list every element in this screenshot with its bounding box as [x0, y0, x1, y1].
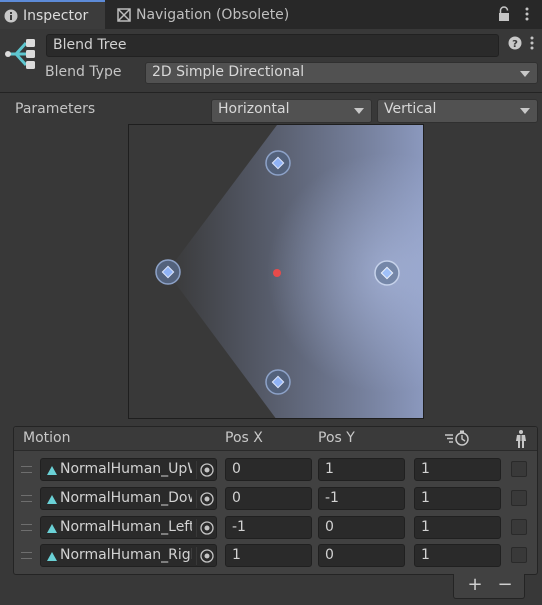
mirror-toggle[interactable]	[511, 547, 527, 563]
motion-row: NormalHuman_UpW 0 1 1	[14, 458, 537, 482]
motion-clip-field[interactable]: NormalHuman_DownW	[40, 487, 217, 510]
motion-clip-field[interactable]: NormalHuman_RightW	[40, 544, 217, 567]
pos-x-field[interactable]: 1	[225, 544, 312, 567]
motion-clip-name: NormalHuman_LeftW	[60, 519, 192, 535]
motion-clip-name: NormalHuman_UpW	[60, 461, 192, 477]
vertical-parameter-dropdown[interactable]: Vertical	[377, 99, 538, 123]
chevron-down-icon	[520, 108, 530, 114]
motion-clip-field[interactable]: NormalHuman_UpW	[40, 458, 217, 481]
pos-y-field[interactable]: 0	[318, 544, 405, 567]
help-icon[interactable]: ?	[508, 36, 522, 50]
list-footer: + −	[453, 574, 525, 599]
mirror-toggle[interactable]	[511, 519, 527, 535]
component-menu-icon[interactable]	[527, 35, 537, 51]
motion-point-up[interactable]	[265, 150, 291, 176]
parameters-label: Parameters	[15, 101, 96, 117]
info-icon	[4, 9, 18, 23]
pos-x-field[interactable]: 0	[225, 487, 312, 510]
motion-clip-name: NormalHuman_DownW	[60, 490, 192, 506]
motion-point-left[interactable]	[155, 259, 181, 285]
blend-type-label: Blend Type	[45, 64, 122, 80]
tab-menu-icon[interactable]	[520, 5, 534, 23]
current-parameter-marker	[273, 269, 281, 277]
pos-y-field[interactable]: 0	[318, 516, 405, 539]
speed-field[interactable]: 1	[414, 516, 501, 539]
mirror-toggle[interactable]	[511, 461, 527, 477]
add-motion-button[interactable]: +	[462, 574, 488, 598]
tab-bar: Inspector Navigation (Obsolete)	[0, 0, 542, 29]
motion-clip-field[interactable]: NormalHuman_LeftW	[40, 516, 217, 539]
horizontal-parameter-value: Horizontal	[218, 101, 290, 117]
tab-inspector[interactable]: Inspector	[0, 0, 105, 29]
pos-y-field[interactable]: -1	[318, 487, 405, 510]
divider	[0, 92, 542, 93]
pos-x-column-header: Pos X	[225, 430, 263, 446]
drag-handle-icon[interactable]	[21, 552, 32, 559]
object-picker-icon[interactable]	[196, 461, 215, 479]
chevron-down-icon	[520, 71, 530, 77]
motion-column-header: Motion	[23, 430, 71, 446]
motion-list-header: Motion Pos X Pos Y	[14, 427, 537, 451]
motion-row: NormalHuman_LeftW -1 0 1	[14, 516, 537, 540]
pos-x-field[interactable]: -1	[225, 516, 312, 539]
lock-icon[interactable]	[497, 6, 511, 22]
motion-point-right[interactable]	[374, 260, 400, 286]
mirror-icon	[514, 429, 528, 449]
speed-icon	[444, 430, 472, 447]
pos-x-field[interactable]: 0	[225, 458, 312, 481]
chevron-down-icon	[354, 108, 364, 114]
blend-tree-icon	[4, 36, 38, 72]
animation-clip-icon	[46, 550, 58, 562]
tab-navigation-label: Navigation (Obsolete)	[136, 6, 290, 23]
tab-inspector-label: Inspector	[23, 7, 89, 24]
horizontal-parameter-dropdown[interactable]: Horizontal	[211, 99, 372, 123]
drag-handle-icon[interactable]	[21, 495, 32, 502]
animation-clip-icon	[46, 464, 58, 476]
mirror-toggle[interactable]	[511, 490, 527, 506]
blend-graph[interactable]	[128, 124, 424, 419]
motion-point-down[interactable]	[265, 369, 291, 395]
motion-clip-name: NormalHuman_RightW	[60, 547, 192, 563]
remove-motion-button[interactable]: −	[492, 574, 518, 598]
object-picker-icon[interactable]	[196, 490, 215, 508]
speed-field[interactable]: 1	[414, 544, 501, 567]
motion-list: Motion Pos X Pos Y NormalHuman_UpW 0 1 1…	[13, 426, 538, 575]
blend-type-dropdown[interactable]: 2D Simple Directional	[145, 62, 538, 84]
tab-navigation[interactable]: Navigation (Obsolete)	[117, 0, 289, 29]
svg-text:?: ?	[512, 39, 518, 50]
drag-handle-icon[interactable]	[21, 524, 32, 531]
pos-y-column-header: Pos Y	[318, 430, 355, 446]
drag-handle-icon[interactable]	[21, 466, 32, 473]
object-picker-icon[interactable]	[196, 547, 215, 565]
object-picker-icon[interactable]	[196, 519, 215, 537]
pos-y-field[interactable]: 1	[318, 458, 405, 481]
animation-clip-icon	[46, 493, 58, 505]
blend-type-value: 2D Simple Directional	[152, 64, 305, 80]
animation-clip-icon	[46, 522, 58, 534]
motion-row: NormalHuman_DownW 0 -1 1	[14, 487, 537, 511]
motion-row: NormalHuman_RightW 1 0 1	[14, 544, 537, 568]
vertical-parameter-value: Vertical	[384, 101, 437, 117]
speed-field[interactable]: 1	[414, 458, 501, 481]
blend-tree-name-field[interactable]: Blend Tree	[46, 34, 499, 57]
speed-field[interactable]: 1	[414, 487, 501, 510]
navigation-icon	[117, 7, 131, 22]
